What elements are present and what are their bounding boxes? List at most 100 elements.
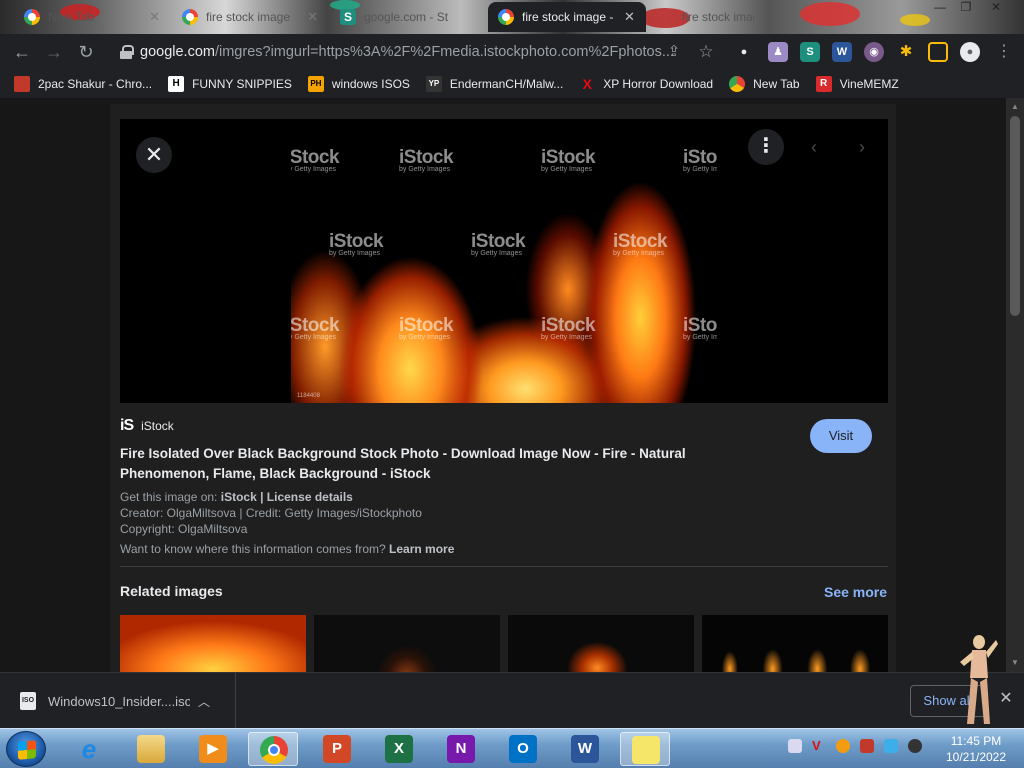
taskbar-chrome[interactable] bbox=[248, 732, 298, 766]
tab-fire-stock-image[interactable]: fire stock image ✕ bbox=[172, 2, 328, 32]
bookmark-item[interactable]: PH windows ISOS bbox=[307, 76, 410, 92]
watermark: iStockby Getty Images bbox=[541, 147, 596, 173]
word-icon: W bbox=[571, 735, 599, 763]
more-options-icon[interactable]: ⋮ bbox=[748, 129, 784, 165]
next-icon[interactable]: › bbox=[848, 133, 876, 161]
bookmark-label: VineMEMZ bbox=[839, 77, 899, 91]
taskbar-word[interactable]: W bbox=[560, 732, 610, 766]
maximize-icon[interactable]: ❐ bbox=[954, 0, 978, 18]
s-icon: S bbox=[340, 9, 356, 25]
related-image-thumbnail[interactable] bbox=[508, 615, 694, 672]
visit-button[interactable]: Visit bbox=[810, 419, 872, 453]
bookmark-item[interactable]: 2pac Shakur - Chro... bbox=[14, 76, 152, 92]
taskbar-outlook[interactable]: O bbox=[498, 732, 548, 766]
chrome-icon bbox=[260, 736, 288, 764]
get-image-source-link[interactable]: iStock bbox=[221, 490, 257, 504]
source-name: iStock bbox=[141, 419, 174, 433]
scroll-up-icon[interactable]: ▲ bbox=[1006, 100, 1024, 114]
window-close-icon[interactable]: ✕ bbox=[984, 0, 1008, 18]
taskbar-internet-explorer[interactable]: e bbox=[64, 732, 114, 766]
chrome-icon bbox=[24, 9, 40, 25]
reload-icon[interactable]: ↻ bbox=[74, 40, 98, 64]
chevron-up-icon[interactable]: ︿ bbox=[198, 693, 210, 710]
close-icon[interactable]: ✕ bbox=[149, 9, 160, 25]
kebab-menu-icon[interactable]: ⋮ bbox=[992, 40, 1016, 64]
watermark: iStockby Getty Images bbox=[541, 315, 596, 341]
close-icon[interactable]: ✕ bbox=[307, 9, 318, 25]
istock-logo-icon: iS bbox=[120, 417, 134, 434]
bookmark-label: windows ISOS bbox=[331, 77, 410, 91]
extension-wr-icon[interactable]: W bbox=[832, 42, 852, 62]
image-title[interactable]: Fire Isolated Over Black Background Stoc… bbox=[120, 444, 760, 484]
system-tray: V bbox=[788, 739, 932, 753]
bookmark-item[interactable]: R VineMEMZ bbox=[815, 76, 899, 92]
back-icon[interactable]: ← bbox=[10, 40, 34, 64]
close-icon[interactable]: ✕ bbox=[136, 137, 172, 173]
system-clock[interactable]: 11:45 PM 10/21/2022 bbox=[936, 733, 1016, 765]
start-button[interactable] bbox=[6, 731, 46, 767]
bookmark-item[interactable]: YP EndermanCH/Malw... bbox=[425, 76, 563, 92]
browser-toolbar: ← → ↻ google.com/imgres?imgurl=https%3A%… bbox=[0, 34, 1024, 70]
extension-record-icon[interactable]: ● bbox=[734, 42, 754, 62]
scrollbar-thumb[interactable] bbox=[1010, 116, 1020, 316]
address-bar[interactable]: google.com/imgres?imgurl=https%3A%2F%2Fm… bbox=[108, 38, 726, 66]
forward-icon[interactable]: → bbox=[42, 40, 66, 64]
taskbar-powerpoint[interactable]: P bbox=[312, 732, 362, 766]
chrome-icon bbox=[729, 76, 746, 92]
taskbar-file-explorer[interactable] bbox=[126, 732, 176, 766]
bookmarks-bar: 2pac Shakur - Chro... H FUNNY SNIPPIES P… bbox=[0, 70, 1024, 98]
tab-fire-stock-image-2[interactable]: fire stock image bbox=[648, 2, 798, 32]
info-line: Want to know where this information come… bbox=[120, 542, 454, 556]
taskbar-media-player[interactable]: ▶ bbox=[188, 732, 238, 766]
folder-icon bbox=[137, 735, 165, 763]
sticky-notes-icon bbox=[632, 736, 660, 764]
tray-search-icon[interactable] bbox=[836, 739, 850, 753]
bookmark-item[interactable]: H FUNNY SNIPPIES bbox=[168, 76, 292, 92]
image-id: 1184408 bbox=[297, 393, 320, 399]
bookmark-star-icon[interactable]: ☆ bbox=[694, 40, 718, 64]
bookmark-item[interactable]: X XP Horror Download bbox=[579, 76, 714, 92]
page-scrollbar[interactable]: ▲ ▼ bbox=[1006, 98, 1024, 672]
related-image-thumbnail[interactable] bbox=[314, 615, 500, 672]
copyright-line: Copyright: OlgaMiltsova bbox=[120, 522, 248, 536]
bookmark-item[interactable]: New Tab bbox=[729, 76, 800, 92]
screen: New Tab ✕ fire stock image ✕ S google.co… bbox=[0, 0, 1024, 768]
related-image-thumbnail[interactable] bbox=[120, 615, 306, 672]
tray-volume-icon[interactable] bbox=[908, 739, 922, 753]
extension-circle-icon[interactable]: ◉ bbox=[864, 42, 884, 62]
scroll-down-icon[interactable]: ▼ bbox=[1006, 656, 1024, 670]
internet-explorer-icon: e bbox=[81, 734, 97, 764]
learn-more-link[interactable]: Learn more bbox=[389, 542, 454, 556]
taskbar-excel[interactable]: X bbox=[374, 732, 424, 766]
minimize-icon[interactable]: — bbox=[928, 0, 952, 18]
license-details-link[interactable]: License details bbox=[267, 490, 353, 504]
preview-image[interactable]: iStockby Getty Images iStockby Getty Ima… bbox=[291, 119, 717, 403]
profile-avatar-icon[interactable]: ● bbox=[960, 42, 980, 62]
tab-new-tab[interactable]: New Tab ✕ bbox=[14, 2, 170, 32]
watermark: iStockby Getty Images bbox=[291, 147, 340, 173]
tab-google-com[interactable]: S google.com - St bbox=[330, 2, 486, 32]
see-more-link[interactable]: See more bbox=[824, 584, 887, 600]
previous-icon[interactable]: ‹ bbox=[800, 133, 828, 161]
tray-app-icon[interactable] bbox=[788, 739, 802, 753]
source-row[interactable]: iS iStock bbox=[120, 417, 174, 435]
download-item[interactable]: ISO Windows10_Insider....iso ︿ bbox=[0, 673, 236, 729]
image-preview-panel: ✕ iStockby Getty Images iStockby Getty I… bbox=[110, 104, 896, 672]
taskbar-onenote[interactable]: N bbox=[436, 732, 486, 766]
tray-network-icon[interactable] bbox=[884, 739, 898, 753]
share-icon[interactable]: ⇪ bbox=[662, 40, 686, 64]
url-text: google.com/imgres?imgurl=https%3A%2F%2Fm… bbox=[140, 44, 674, 60]
close-icon[interactable]: ✕ bbox=[624, 9, 635, 25]
tray-flag-icon[interactable] bbox=[860, 739, 874, 753]
bookmark-label: 2pac Shakur - Chro... bbox=[38, 77, 153, 91]
lock-icon[interactable] bbox=[120, 45, 134, 59]
extensions-puzzle-icon[interactable]: ✱ bbox=[896, 42, 916, 62]
side-panel-icon[interactable] bbox=[928, 42, 948, 62]
extension-avatar-icon[interactable]: ♟ bbox=[768, 42, 788, 62]
extension-s-icon[interactable]: S bbox=[800, 42, 820, 62]
taskbar-sticky-notes[interactable] bbox=[620, 732, 670, 766]
related-image-thumbnail[interactable] bbox=[702, 615, 888, 672]
tab-active-fire-stock-image[interactable]: fire stock image - ✕ bbox=[488, 2, 646, 32]
bookmark-label: FUNNY SNIPPIES bbox=[192, 77, 292, 91]
tray-antivirus-icon[interactable]: V bbox=[812, 739, 826, 753]
